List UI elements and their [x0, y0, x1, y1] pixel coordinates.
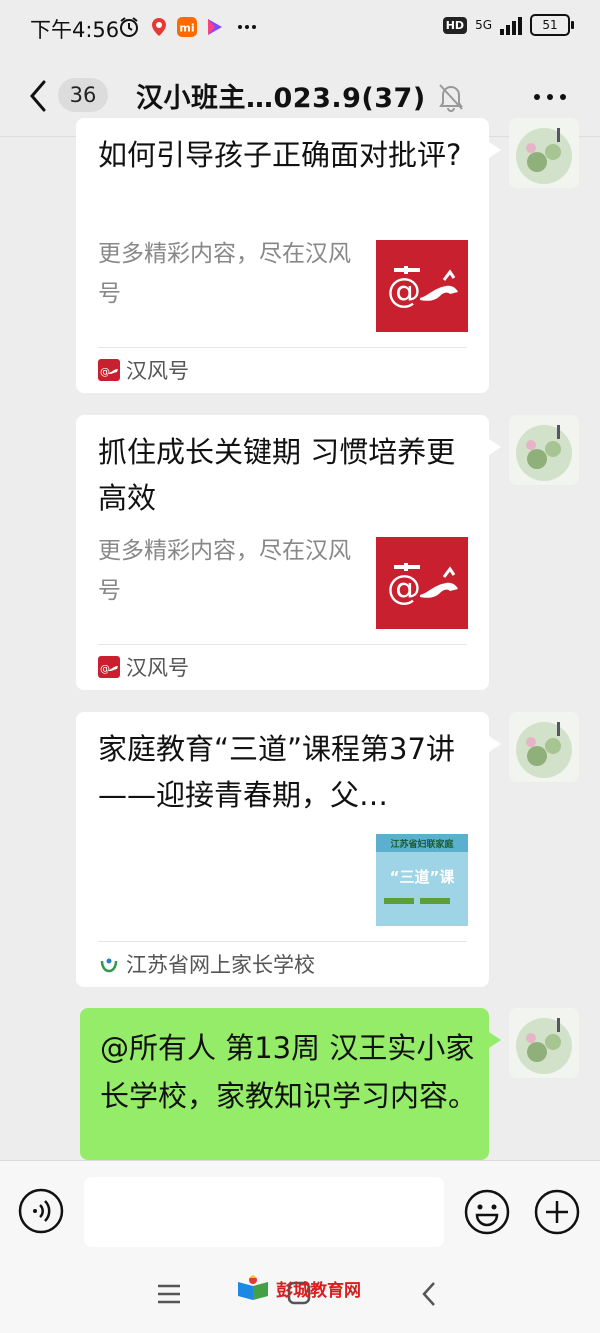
watermark-text: 彭城教育网: [276, 1280, 361, 1301]
sender-avatar[interactable]: [509, 1008, 579, 1078]
watermark: 彭城教育网: [236, 1274, 361, 1302]
thumb-header-text: 江苏省妇联家庭: [390, 838, 454, 850]
mi-app-icon: mi: [177, 17, 197, 37]
thumb-course-text: “三道”课: [390, 868, 456, 886]
card-source: 江苏省网上家长学校: [98, 949, 315, 979]
card-title: 抓住成长关键期 习惯培养更高效: [98, 435, 456, 515]
card-description: 更多精彩内容，尽在汉风号: [98, 241, 351, 307]
input-bar: [0, 1160, 600, 1261]
card-source-label: 汉风号: [126, 359, 189, 383]
svg-text:@: @: [100, 367, 110, 378]
avatar-image: [509, 415, 579, 485]
status-bar: 下午4:56 mi HD 5G 51: [0, 0, 600, 56]
sender-avatar[interactable]: [509, 415, 579, 485]
message-text: @所有人 第13周 汉王实小家长学校，家教知识学习内容。: [100, 1031, 478, 1113]
text-message-bubble[interactable]: @所有人 第13周 汉王实小家长学校，家教知识学习内容。: [80, 1008, 501, 1160]
nav-back-icon[interactable]: [420, 1280, 438, 1308]
hanfeng-source-icon: @: [98, 359, 120, 381]
plus-icon[interactable]: [533, 1188, 581, 1236]
hanfeng-logo-thumbnail: @: [376, 537, 468, 629]
card-description: 更多精彩内容，尽在汉风号: [98, 538, 351, 604]
svg-text:@: @: [387, 271, 421, 311]
battery-icon: 51: [530, 14, 574, 36]
link-card[interactable]: 抓住成长关键期 习惯培养更高效 更多精彩内容，尽在汉风号 @ @ 汉风号: [76, 415, 501, 690]
signal-icon: [500, 15, 522, 35]
bell-muted-icon: [439, 84, 463, 112]
status-indicators: HD 5G 51: [442, 14, 574, 36]
svg-text:mi: mi: [179, 22, 194, 35]
emoji-icon[interactable]: [463, 1188, 511, 1236]
card-divider: [98, 644, 467, 645]
more-icon[interactable]: [532, 92, 568, 102]
network-type: 5G: [475, 18, 492, 32]
status-time: 下午4:56: [30, 18, 120, 42]
sender-avatar[interactable]: [509, 118, 579, 188]
nav-menu-icon[interactable]: [156, 1282, 182, 1306]
watermark-book-logo: [238, 1275, 268, 1300]
sender-avatar[interactable]: [509, 712, 579, 782]
link-card[interactable]: 如何引导孩子正确面对批评? 更多精彩内容，尽在汉风号 @ @ 汉风号: [76, 118, 501, 393]
chat-title[interactable]: 汉小班主…023.9(37): [136, 76, 426, 115]
card-source-label: 江苏省网上家长学校: [126, 953, 315, 977]
overflow-dots-icon: [238, 25, 256, 29]
jiangsu-parent-school-icon: [100, 958, 118, 973]
alarm-icon: [120, 17, 138, 37]
play-store-icon: [208, 19, 222, 35]
unread-count-badge[interactable]: 36: [58, 78, 108, 112]
avatar-image: [509, 118, 579, 188]
card-source: @ 汉风号: [98, 652, 189, 682]
system-nav-bar: 彭城教育网: [0, 1260, 600, 1333]
card-source-label: 汉风号: [126, 656, 189, 680]
hanfeng-logo-thumbnail: @: [376, 240, 468, 332]
card-title: 家庭教育“三道”课程第37讲——迎接青春期，父…: [98, 732, 455, 812]
message-input[interactable]: [84, 1177, 444, 1247]
sandao-course-thumbnail: 江苏省妇联家庭 “三道”课: [376, 834, 468, 926]
link-card[interactable]: 家庭教育“三道”课程第37讲——迎接青春期，父… 江苏省妇联家庭 “三道”课 江…: [76, 712, 501, 987]
hd-badge: HD: [442, 16, 468, 34]
hanfeng-source-icon: @: [98, 656, 120, 678]
card-divider: [98, 347, 467, 348]
svg-text:@: @: [387, 568, 421, 608]
card-divider: [98, 941, 467, 942]
map-pin-icon: [152, 18, 166, 36]
avatar-image: [509, 712, 579, 782]
avatar-image: [509, 1008, 579, 1078]
card-source: @ 汉风号: [98, 355, 189, 385]
card-title: 如何引导孩子正确面对批评?: [98, 138, 462, 172]
back-icon[interactable]: [26, 78, 50, 114]
svg-text:@: @: [100, 664, 110, 675]
voice-icon[interactable]: [18, 1188, 64, 1234]
